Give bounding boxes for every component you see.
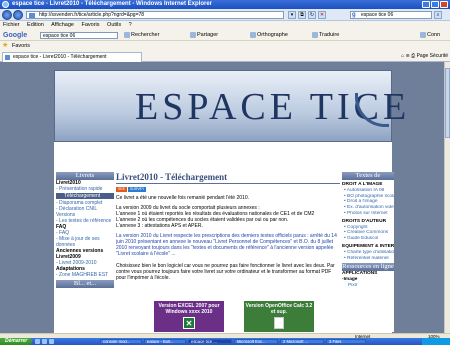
google-search-button[interactable]: Rechercher (124, 30, 159, 40)
tab-favicon-icon (5, 55, 10, 60)
taskbar-btn-microsoft[interactable]: 2 Microsoft ... (280, 339, 324, 344)
quicklaunch-ie-icon[interactable] (35, 339, 40, 344)
google-logo: Google (3, 32, 28, 39)
search-icon[interactable]: ⌕ (434, 11, 442, 19)
reference-link[interactable]: • Référentiel matériel (342, 256, 394, 262)
taskbar-btn-console[interactable]: console mod... (100, 339, 142, 344)
tab-label: espace tice - Livret2010 - Téléchargemen… (13, 54, 107, 60)
download-calc-button[interactable]: Version OpenOffice Calc 3.2 et sup. (244, 301, 314, 332)
search-icon (124, 31, 130, 38)
favorites-star-icon[interactable]: ★ (2, 42, 8, 50)
menu-outils[interactable]: Outils (107, 22, 121, 28)
site-banner: ESPACE TICE (54, 70, 406, 142)
paragraph-annexes: La version 2009 du livret du socle compo… (116, 205, 315, 229)
left-sidebar-header: Livrets (56, 172, 114, 180)
taskbar-btn-palace[interactable]: palace - Bull... (144, 339, 186, 344)
back-button[interactable] (2, 10, 12, 20)
sidebar-item-2[interactable]: Téléchargement (56, 193, 114, 199)
tab-tools: ⌂ ≋ ⎙ Page Sécurité (401, 52, 448, 61)
compatibility-icon[interactable]: ⧉ (298, 11, 306, 19)
right-sidebar-header: Textes de références (342, 172, 394, 187)
google-spellcheck-button[interactable]: Orthographe (250, 30, 288, 40)
spellcheck-icon (250, 31, 256, 38)
left-sidebar-footer-header: Bl... et... (56, 280, 114, 288)
quicklaunch-media-icon[interactable] (49, 339, 54, 344)
forward-button[interactable] (13, 10, 23, 20)
window-title: espace tice - Livret2010 - Téléchargemen… (12, 1, 213, 7)
search-input[interactable]: g espace tice 06 (350, 11, 432, 19)
start-button[interactable]: Démarrer (0, 338, 32, 345)
tag-survey[interactable]: SURVEY (128, 187, 147, 192)
google-search-input[interactable]: espace tice 06 (40, 32, 118, 39)
security-menu[interactable]: Sécurité (430, 53, 448, 59)
download-buttons: Version EXCEL 2007 pour Windows xxxx 201… (154, 301, 340, 332)
share-icon (190, 31, 196, 38)
reference-link[interactable]: • Charte type d'utilisation (342, 250, 394, 256)
menu-affichage[interactable]: Affichage (51, 22, 74, 28)
page-favicon-icon (29, 13, 35, 18)
left-sidebar-items: Livret2010- Présentation rapide Télécharg… (56, 180, 114, 278)
sidebar-item-15[interactable]: - Zone MAGHREB EST (56, 272, 114, 278)
reference-link[interactable]: • Guide Eduscol (342, 236, 394, 242)
menu-favoris[interactable]: Favoris (81, 22, 99, 28)
taskbar-btn-espace-tice[interactable]: espace tice ... (188, 339, 232, 344)
menu-edition[interactable]: Edition (27, 22, 44, 28)
google-translate-button[interactable]: Traduire (312, 30, 339, 40)
menu-help[interactable]: ? (129, 22, 132, 28)
taskbar-btn-files[interactable]: 3 Files (326, 339, 366, 344)
main-article: Livret2010 - Téléchargement SEE SURVEY Ce… (116, 172, 340, 332)
paragraph-version-2010: La version 2010 du Livret respecte les p… (116, 233, 337, 257)
menu-bar: Fichier Edition Affichage Favoris Outils… (0, 21, 450, 30)
taskbar-btn-excel[interactable]: Microsoft Exc... (234, 339, 278, 344)
page-menu[interactable]: Page (417, 53, 429, 59)
google-signin-button[interactable]: Conn (420, 30, 440, 40)
search-provider-icon: g (352, 12, 356, 18)
share-tags: SEE SURVEY (116, 186, 340, 192)
home-icon[interactable]: ⌂ (401, 53, 404, 59)
minimize-button[interactable] (422, 1, 430, 8)
right-sidebar-header-2: Ressources en ligne (342, 263, 394, 272)
translate-icon (312, 31, 318, 38)
reference-section-title: EQUIPEMENT & INTERNET (342, 243, 394, 249)
quicklaunch-desktop-icon[interactable] (42, 339, 47, 344)
refresh-icon[interactable]: ↻ (308, 11, 316, 19)
window-title-bar: espace tice - Livret2010 - Téléchargemen… (0, 0, 450, 9)
tab-active[interactable]: espace tice - Livret2010 - Téléchargemen… (2, 52, 142, 62)
close-button[interactable] (440, 1, 448, 8)
left-sidebar: Livrets Livret2010- Présentation rapide T… (56, 172, 114, 332)
article-title: Livret2010 - Téléchargement (116, 172, 340, 184)
internet-explorer-icon (2, 1, 9, 8)
paragraph-intro: Ce livret a été une nouvelle fois remani… (116, 195, 249, 201)
taskbar: Démarrer console mod... palace - Bull...… (0, 338, 450, 345)
calc-document-icon (274, 317, 284, 329)
right-sidebar-items: DROIT A L'IMAGE • Autorisation IA 06 • BO … (342, 182, 394, 261)
vertical-scrollbar[interactable] (444, 62, 450, 333)
address-dropdown-icon[interactable]: ▾ (288, 11, 296, 19)
excel-icon: ✕ (183, 317, 195, 329)
paragraph-choose-software: Choisissez bien le bon logiciel car vous… (116, 263, 335, 281)
applications-link[interactable]: Pixlr (342, 283, 394, 289)
window-controls (421, 1, 448, 8)
maximize-button[interactable] (431, 1, 439, 8)
system-tray (422, 338, 450, 345)
address-toolbar: http://ssvenden.fr/tice/article.php?ngrd… (0, 9, 450, 21)
menu-fichier[interactable]: Fichier (3, 22, 20, 28)
tag-see[interactable]: SEE (116, 187, 128, 192)
wrench-icon (420, 31, 426, 38)
favorites-label[interactable]: Favoris (12, 43, 30, 49)
download-excel-button[interactable]: Version EXCEL 2007 pour Windows xxxx 201… (154, 301, 224, 332)
sidebar-item-1[interactable]: - Présentation rapide (56, 186, 114, 192)
tab-bar: espace tice - Livret2010 - Téléchargemen… (0, 51, 450, 62)
google-share-button[interactable]: Partager (190, 30, 218, 40)
feeds-icon[interactable]: ≋ (406, 53, 410, 59)
scrollbar-thumb[interactable] (445, 68, 450, 138)
address-input[interactable]: http://ssvenden.fr/tice/article.php?ngrd… (26, 11, 284, 19)
favorites-bar: ★ Favoris (0, 41, 450, 51)
google-toolbar: Google espace tice 06 Rechercher Partage… (0, 30, 450, 41)
print-icon[interactable]: ⎙ (411, 53, 415, 59)
stop-icon[interactable]: ✕ (318, 11, 326, 19)
right-sidebar: Textes de références DROIT A L'IMAGE • Au… (342, 172, 394, 332)
reference-link[interactable]: • Photos sur Internet (342, 211, 394, 217)
